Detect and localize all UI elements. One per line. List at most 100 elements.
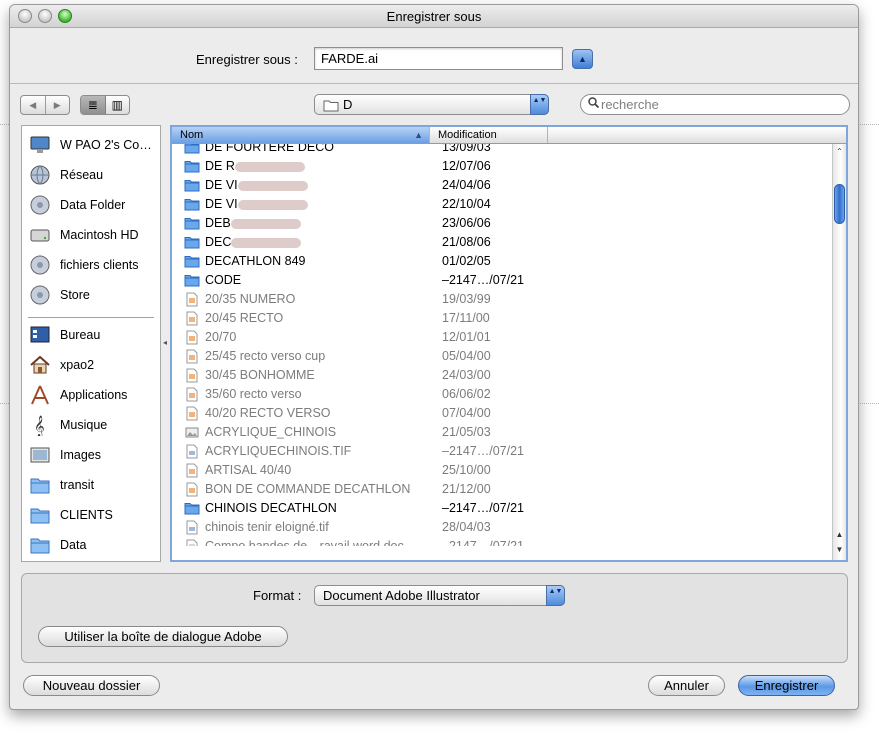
sidebar-item-applications[interactable]: Applications [28, 382, 158, 408]
column-header-modified[interactable]: Modification [430, 127, 548, 143]
back-forward-buttons: ◀ ▶ [20, 95, 70, 115]
file-row[interactable]: 20/35 NUMERO 19/03/99 [172, 290, 834, 309]
column-header-name[interactable]: Nom ▲ [172, 127, 430, 143]
sidebar-divider [28, 317, 154, 319]
sidebar-item-label: Réseau [60, 168, 104, 182]
sidebar-item-store[interactable]: Store [28, 282, 158, 308]
file-date: 28/04/03 [442, 520, 491, 534]
file-name: DECATHLON 849 [205, 252, 306, 271]
file-name-text: ACRYLIQUE_CHINOIS [205, 425, 337, 439]
scroll-up-arrow[interactable]: ▲ [834, 529, 845, 541]
file-row[interactable]: DECATHLON 849 01/02/05 [172, 252, 834, 271]
file-row[interactable]: ACRYLIQUE_CHINOIS 21/05/03 [172, 423, 834, 442]
sidebar-item-label: Data Folder [60, 198, 126, 212]
sidebar-item-transit[interactable]: transit [28, 472, 158, 498]
file-row[interactable]: ACRYLIQUECHINOIS.TIF –2147…/07/21 [172, 442, 834, 461]
sidebar-item-data-folder[interactable]: Data Folder [28, 192, 158, 218]
list-view-button[interactable]: ≣ [81, 96, 106, 114]
file-name: DE FOURTERE DECO [205, 144, 334, 157]
file-list-header: Nom ▲ Modification [172, 127, 846, 144]
file-row[interactable]: 25/45 recto verso cup 05/04/00 [172, 347, 834, 366]
file-row[interactable]: 20/70 12/01/01 [172, 328, 834, 347]
file-row[interactable]: DE FOURTERE DECO 13/09/03 [172, 144, 834, 157]
separator [10, 83, 858, 84]
window-controls [18, 9, 72, 23]
file-date: 24/03/00 [442, 368, 491, 382]
file-row[interactable]: DEB 23/06/06 [172, 214, 834, 233]
file-row[interactable]: CODE –2147…/07/21 [172, 271, 834, 290]
sidebar-item-r-seau[interactable]: Réseau [28, 162, 158, 188]
file-date: 12/07/06 [442, 159, 491, 173]
save-button[interactable]: Enregistrer [738, 675, 835, 696]
column-view-button[interactable]: ▥ [106, 96, 130, 114]
file-name: BON DE COMMANDE DECATHLON [205, 480, 410, 499]
view-mode-buttons: ≣ ▥ [80, 95, 130, 115]
file-row[interactable]: DE R 12/07/06 [172, 157, 834, 176]
folder-icon [28, 503, 52, 527]
forward-button[interactable]: ▶ [46, 96, 70, 114]
use-adobe-dialog-button[interactable]: Utiliser la boîte de dialogue Adobe [38, 626, 288, 647]
sidebar-item-clients[interactable]: CLIENTS [28, 502, 158, 528]
sidebar-item-images[interactable]: Images [28, 442, 158, 468]
format-popup[interactable]: Document Adobe Illustrator ▲▼ [314, 585, 565, 606]
file-name-text: 25/45 recto verso cup [205, 349, 326, 363]
vertical-scrollbar[interactable]: ⌃ ▲ ▼ [832, 144, 846, 560]
file-row[interactable]: DE VI 24/04/06 [172, 176, 834, 195]
splitter-handle[interactable]: ◂ [163, 338, 167, 347]
sort-ascending-icon: ▲ [414, 130, 423, 140]
close-button[interactable] [18, 9, 32, 23]
cancel-button[interactable]: Annuler [648, 675, 725, 696]
popup-arrows-icon: ▲▼ [530, 94, 549, 115]
scroll-thumb[interactable] [834, 184, 845, 224]
file-rows: DE FOURTERE DECO 13/09/03 DE R 12/07/06 DE V… [172, 144, 834, 546]
sidebar-item-bureau[interactable]: Bureau [28, 322, 158, 348]
sidebar-item-label: W PAO 2's Co… [60, 138, 152, 152]
collapse-button[interactable]: ▲ [572, 49, 593, 69]
sidebar-item-label: Data [60, 538, 87, 552]
title-bar: Enregistrer sous [10, 5, 858, 28]
file-name-text: chinois tenir eloigné.tif [205, 520, 329, 534]
network-icon [28, 163, 52, 187]
file-row[interactable]: chinois tenir eloigné.tif 28/04/03 [172, 518, 834, 537]
file-row[interactable]: 30/45 BONHOMME 24/03/00 [172, 366, 834, 385]
sidebar-item-xpao2[interactable]: xpao2 [28, 352, 158, 378]
file-row[interactable]: BON DE COMMANDE DECATHLON 21/12/00 [172, 480, 834, 499]
ai-file-icon [184, 349, 200, 364]
file-name-text: 20/45 RECTO [205, 311, 284, 325]
sidebar-item-w-pao-2-s-co[interactable]: W PAO 2's Co… [28, 132, 158, 158]
tif-file-icon [184, 444, 200, 459]
folder-icon [184, 273, 200, 288]
location-popup[interactable]: D ▲▼ [314, 94, 549, 115]
sidebar-item-musique[interactable]: 𝄞 Musique [28, 412, 158, 438]
file-row[interactable]: Compo bandes de…ravail word.doc –2147…/07… [172, 537, 834, 546]
sidebar-item-macintosh-hd[interactable]: Macintosh HD [28, 222, 158, 248]
window-title: Enregistrer sous [386, 9, 482, 24]
file-name-text: ACRYLIQUECHINOIS.TIF [205, 444, 352, 458]
sidebar-item-label: xpao2 [60, 358, 95, 372]
scroll-down-arrow[interactable]: ▼ [834, 544, 845, 556]
new-folder-button[interactable]: Nouveau dossier [23, 675, 160, 696]
zoom-button[interactable] [58, 9, 72, 23]
file-row[interactable]: 35/60 recto verso 06/06/02 [172, 385, 834, 404]
back-button[interactable]: ◀ [21, 96, 46, 114]
sidebar-item-data[interactable]: Data [28, 532, 158, 558]
tif-file-icon [184, 520, 200, 535]
file-name-text: 20/35 NUMERO [205, 292, 296, 306]
image-file-icon [184, 425, 200, 440]
file-date: 25/10/00 [442, 463, 491, 477]
file-name-text: DE VI [205, 197, 238, 211]
minimize-button[interactable] [38, 9, 52, 23]
sidebar-item-fichiers-clients[interactable]: fichiers clients [28, 252, 158, 278]
save-as-input[interactable]: FARDE.ai [314, 47, 563, 70]
sidebar-item-label: Musique [60, 418, 108, 432]
search-input[interactable]: recherche [580, 94, 850, 115]
ai-file-icon [184, 292, 200, 307]
file-row[interactable]: 20/45 RECTO 17/11/00 [172, 309, 834, 328]
folder-icon [323, 98, 339, 117]
file-row[interactable]: CHINOIS DECATHLON –2147…/07/21 [172, 499, 834, 518]
file-row[interactable]: DE VI 22/10/04 [172, 195, 834, 214]
file-row[interactable]: ARTISAL 40/40 25/10/00 [172, 461, 834, 480]
file-row[interactable]: 40/20 RECTO VERSO 07/04/00 [172, 404, 834, 423]
ai-file-icon [184, 482, 200, 497]
file-row[interactable]: DEC 21/08/06 [172, 233, 834, 252]
